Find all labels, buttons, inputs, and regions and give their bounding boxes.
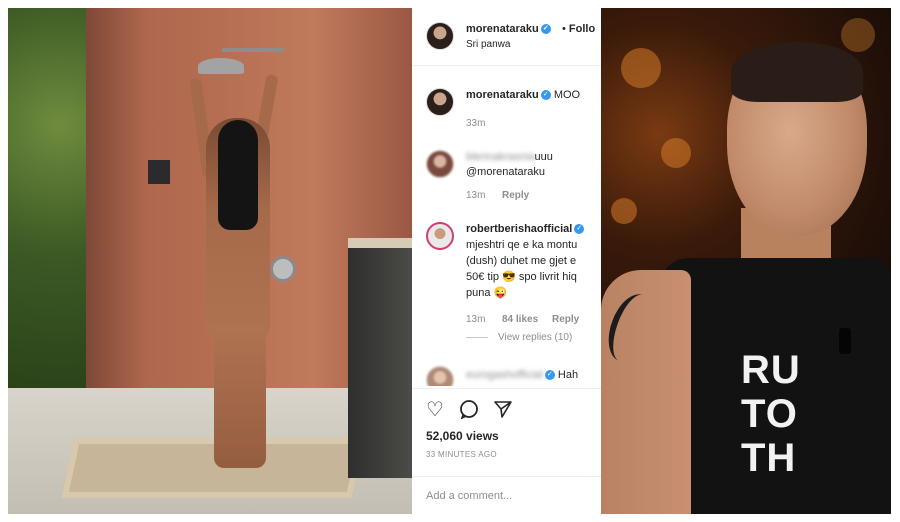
share-icon[interactable] <box>492 399 514 421</box>
views-count[interactable]: 52,060 views <box>426 429 499 443</box>
mention-link[interactable]: @morenataraku <box>466 165 545 179</box>
shirt-text: RU TO TH <box>741 348 801 480</box>
comment-time: 13m <box>466 314 486 325</box>
list-item: blerinakrasniauuu <box>466 151 553 163</box>
shower-photo <box>8 8 412 514</box>
follow-button[interactable]: • Follo <box>562 23 595 35</box>
list-item: eurogashofficial ✓ Hah <box>466 369 579 381</box>
stone-basin <box>348 238 412 478</box>
avatar[interactable] <box>426 150 454 178</box>
comment-time: 13m <box>466 190 486 201</box>
shower-head <box>198 58 244 74</box>
caption: morenataraku ✓ MOO <box>466 89 581 101</box>
avatar[interactable] <box>426 88 454 116</box>
verified-badge-icon: ✓ <box>540 24 551 35</box>
shower-pan <box>61 438 365 498</box>
wall-lamp <box>148 160 170 184</box>
verified-badge-icon: ✓ <box>540 90 551 101</box>
add-comment-bar <box>412 476 601 514</box>
heart-icon[interactable]: ♡ <box>424 399 446 421</box>
list-item: robertberishaofficial ✓ <box>466 222 585 236</box>
avatar[interactable] <box>426 222 454 250</box>
shower-valve <box>270 256 296 282</box>
avatar[interactable] <box>426 22 454 50</box>
post-header: morenataraku ✓ • Follo Sri panwa <box>412 8 601 66</box>
verified-badge-icon: ✓ <box>544 370 555 381</box>
comment-input[interactable] <box>426 487 596 505</box>
reply-button[interactable]: Reply <box>502 190 529 201</box>
verified-badge-icon: ✓ <box>574 224 585 235</box>
avatar[interactable] <box>426 366 454 386</box>
post-username[interactable]: morenataraku ✓ <box>466 23 551 35</box>
comments-list: morenataraku ✓ MOO 33m blerinakrasniauuu … <box>412 66 601 386</box>
comment-icon[interactable] <box>458 399 480 421</box>
instagram-post-panel: morenataraku ✓ • Follo Sri panwa morenata… <box>412 8 601 514</box>
likes-count[interactable]: 84 likes <box>502 314 538 325</box>
post-timestamp: 33 MINUTES AGO <box>426 450 497 459</box>
post-location[interactable]: Sri panwa <box>466 39 510 50</box>
tv-photo: RU TO TH <box>601 8 891 514</box>
reply-button[interactable]: Reply <box>552 314 579 325</box>
post-actions: ♡ 52,060 views 33 MINUTES AGO <box>412 388 601 478</box>
caption-time: 33m <box>466 118 486 129</box>
view-replies-button[interactable]: View replies (10) <box>466 332 572 343</box>
shower-pipe <box>222 48 284 52</box>
